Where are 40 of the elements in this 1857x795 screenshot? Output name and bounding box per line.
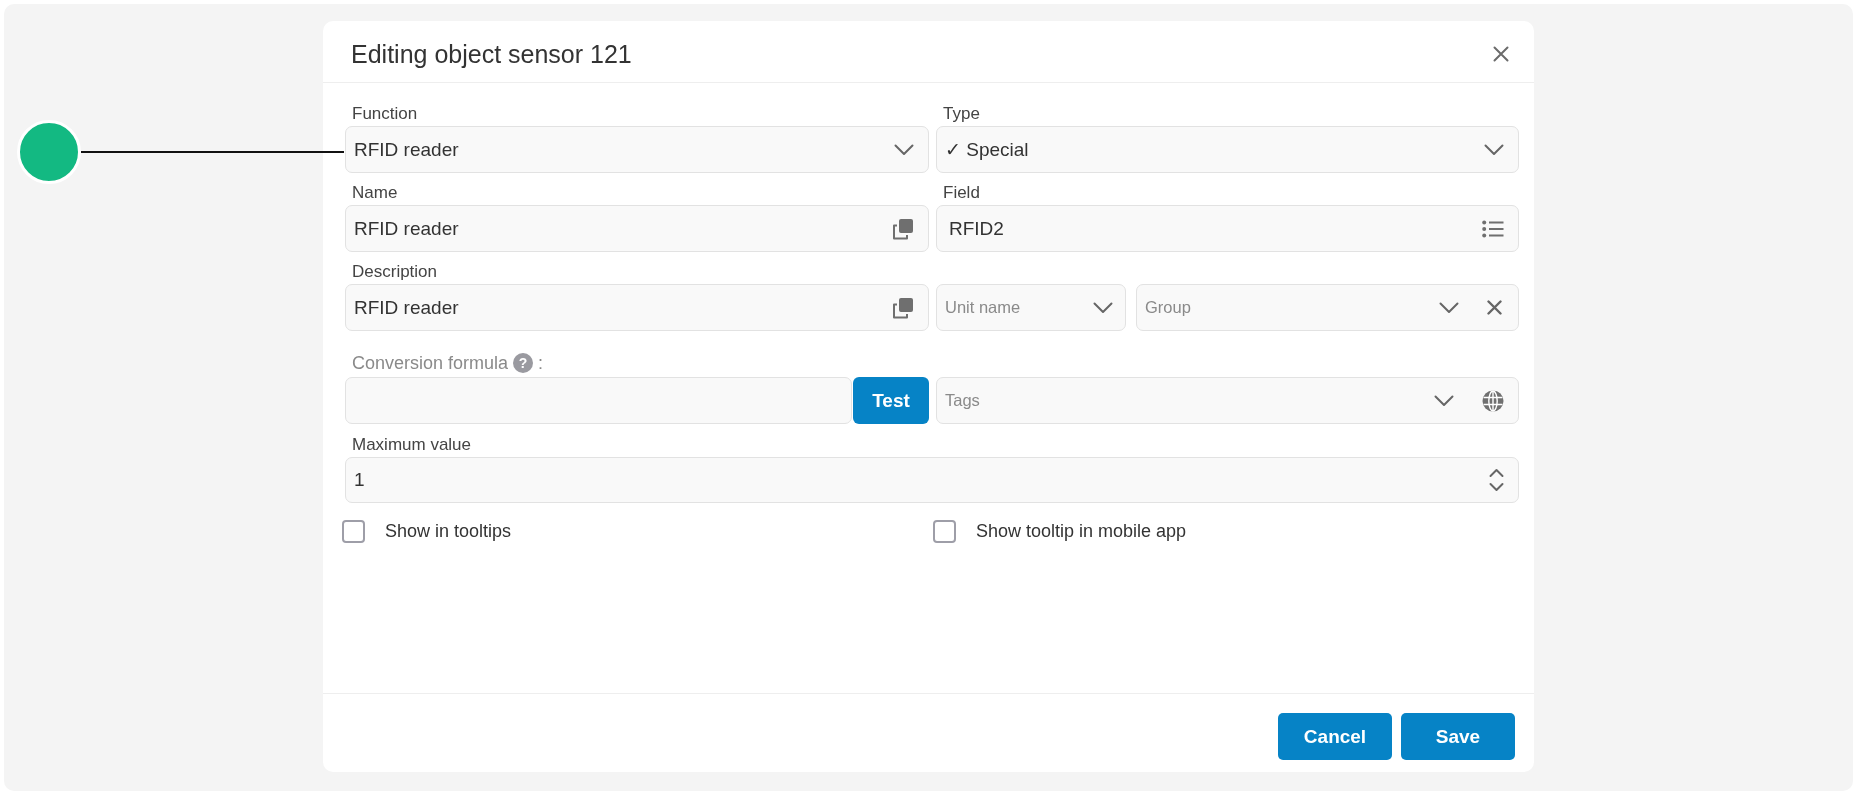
save-button[interactable]: Save: [1401, 713, 1515, 760]
description-field[interactable]: RFID reader: [345, 284, 929, 331]
unit-select[interactable]: Unit name: [936, 284, 1126, 331]
checkbox[interactable]: [933, 520, 956, 543]
callout-dot-icon: [17, 120, 81, 184]
field-input[interactable]: RFID2: [936, 205, 1519, 252]
formula-input[interactable]: [345, 377, 852, 424]
dialog-title: Editing object sensor 121: [351, 39, 632, 69]
chevron-down-icon: [1484, 143, 1504, 156]
chevron-down-icon: [1093, 301, 1113, 314]
name-field[interactable]: RFID reader: [345, 205, 929, 252]
field-label: Conversion formula: [352, 353, 509, 373]
field-label: Description: [352, 263, 439, 281]
help-icon[interactable]: ?: [513, 353, 534, 373]
globe-icon[interactable]: [1482, 389, 1504, 412]
field-label: Function: [352, 105, 419, 123]
test-button[interactable]: Test: [853, 377, 929, 424]
checkbox-label: Show tooltip in mobile app: [976, 521, 1187, 542]
field-label: Maximum value: [352, 436, 473, 454]
chevron-down-icon: [1434, 394, 1454, 407]
list-icon[interactable]: [1482, 219, 1504, 238]
checkbox[interactable]: [342, 520, 365, 543]
up-down-chevron-icon[interactable]: [1489, 468, 1504, 492]
clear-icon[interactable]: [1487, 300, 1502, 315]
function-select[interactable]: RFID reader: [345, 126, 929, 173]
field-label: Field: [943, 184, 981, 202]
type-select[interactable]: ✓ Special: [936, 126, 1519, 173]
field-label: Name: [352, 184, 399, 202]
close-icon[interactable]: [1493, 46, 1509, 62]
cancel-button[interactable]: Cancel: [1278, 713, 1392, 760]
checkbox-label: Show in tooltips: [385, 521, 512, 542]
copy-icon[interactable]: [892, 217, 914, 240]
group-select[interactable]: Group: [1136, 284, 1519, 331]
copy-icon[interactable]: [892, 296, 914, 319]
label-colon: :: [538, 353, 544, 373]
tags-select[interactable]: Tags: [936, 377, 1519, 424]
field-label: Type: [943, 105, 981, 123]
chevron-down-icon: [1439, 301, 1459, 314]
chevron-down-icon: [894, 143, 914, 156]
number-field[interactable]: 1: [345, 457, 1519, 503]
